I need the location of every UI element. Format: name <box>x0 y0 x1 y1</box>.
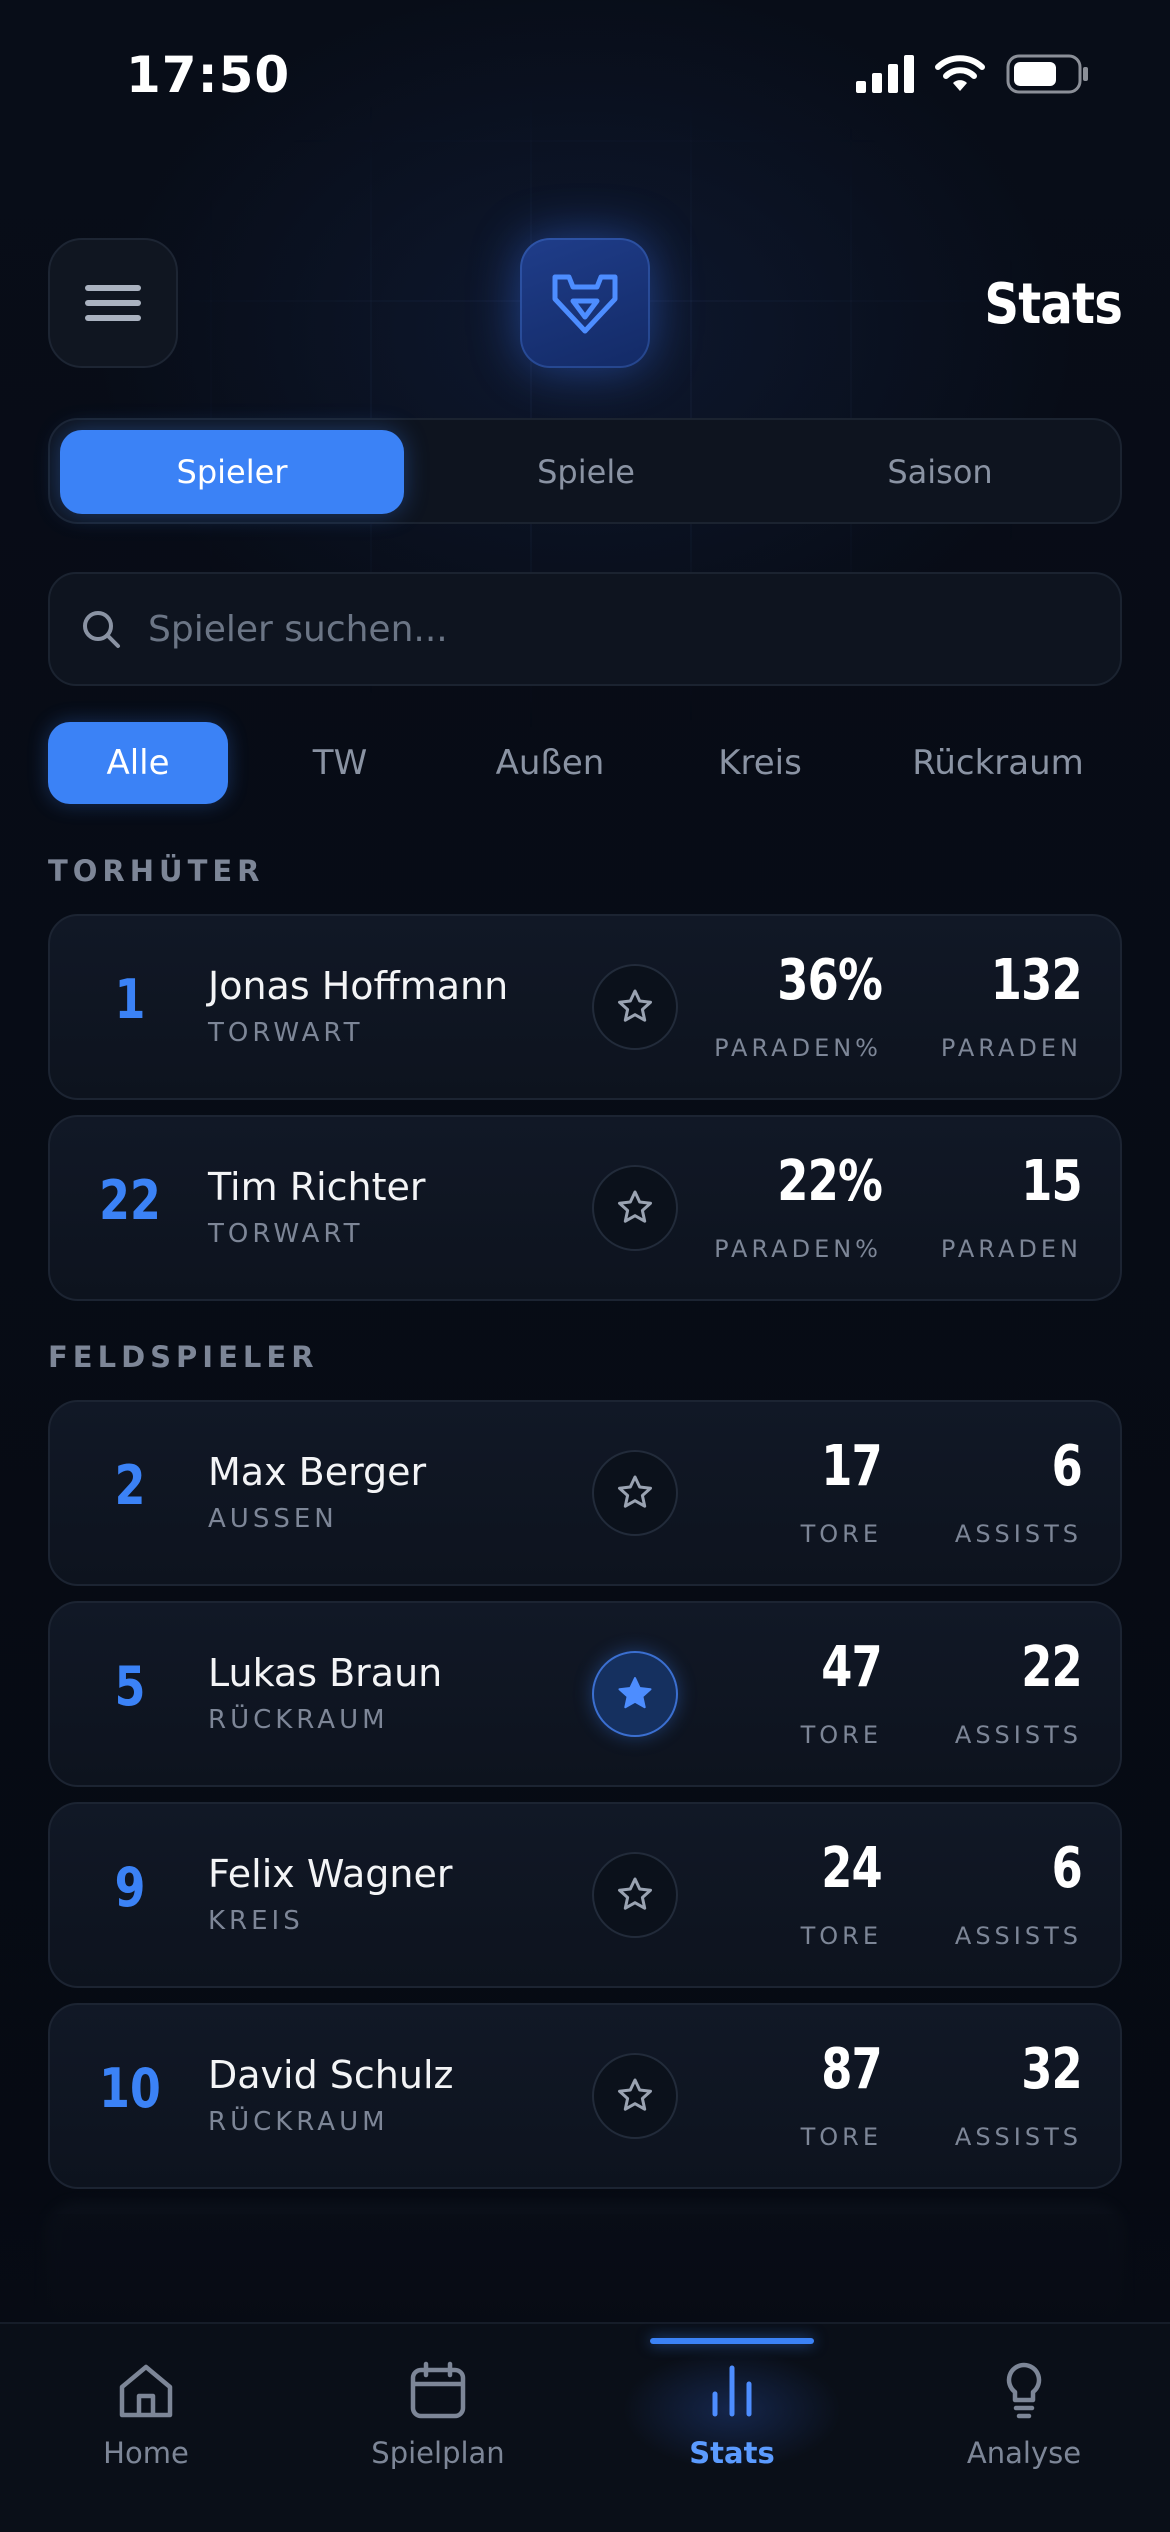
favorite-button[interactable] <box>592 1651 678 1737</box>
tab-active-indicator <box>650 2338 814 2344</box>
stat-label-assists: ASSISTS <box>954 1520 1082 1548</box>
player-name: Felix Wagner <box>208 1852 453 1896</box>
filter-alle[interactable]: Alle <box>48 722 228 804</box>
hamburger-icon <box>85 276 141 330</box>
player-card[interactable]: 9 Felix Wagner KREIS 24 TORE 6 ASSISTS <box>48 1802 1122 1988</box>
player-number: 9 <box>114 1856 146 1919</box>
star-outline-icon <box>618 989 652 1022</box>
stat-label-goals: TORE <box>800 1721 882 1749</box>
player-number: 10 <box>99 2057 161 2120</box>
stat-value-goals: 17 <box>821 1434 883 1499</box>
player-position: RÜCKRAUM <box>208 1705 389 1735</box>
stat-value-save-percent: 22% <box>777 1149 883 1214</box>
segment-spieler[interactable]: Spieler <box>60 430 404 514</box>
stat-label-saves: PARADEN <box>940 1034 1082 1062</box>
player-name: Tim Richter <box>208 1165 426 1209</box>
stat-value-assists: 22 <box>1021 1635 1083 1700</box>
stat-value-saves: 15 <box>1021 1149 1083 1214</box>
stat-value-saves: 132 <box>990 948 1083 1013</box>
tab-stats[interactable]: Stats <box>622 2360 842 2470</box>
segment-spiele[interactable]: Spiele <box>414 430 758 514</box>
stat-label-assists: ASSISTS <box>954 2123 1082 2151</box>
star-outline-icon <box>618 1190 652 1223</box>
filter-aussen[interactable]: Außen <box>460 722 640 804</box>
favorite-button[interactable] <box>592 2053 678 2139</box>
player-card[interactable]: 10 David Schulz RÜCKRAUM 87 TORE 32 ASSI… <box>48 2003 1122 2189</box>
star-outline-icon <box>618 1877 652 1910</box>
search-bar <box>48 572 1122 686</box>
tab-analyse[interactable]: Analyse <box>914 2360 1134 2470</box>
player-card[interactable]: 22 Tim Richter TORWART 22% PARADEN% 15 P… <box>48 1115 1122 1301</box>
bar-chart-icon <box>712 2365 752 2417</box>
filter-tw[interactable]: TW <box>270 722 410 804</box>
player-number: 22 <box>99 1169 161 1232</box>
player-name: Max Berger <box>208 1450 427 1494</box>
favorite-button[interactable] <box>592 1165 678 1251</box>
shield-logo-icon <box>552 274 618 334</box>
segmented-control: Spieler Spiele Saison <box>48 418 1122 524</box>
stat-label-save-percent: PARADEN% <box>714 1235 882 1263</box>
stat-value-assists: 32 <box>1021 2037 1083 2102</box>
player-position: TORWART <box>208 1018 364 1048</box>
stat-label-save-percent: PARADEN% <box>714 1034 882 1062</box>
battery-icon <box>1006 54 1088 94</box>
stat-label-assists: ASSISTS <box>954 1721 1082 1749</box>
menu-button[interactable] <box>48 238 178 368</box>
filter-rueckraum[interactable]: Rückraum <box>880 722 1116 804</box>
stat-label-goals: TORE <box>800 1520 882 1548</box>
tab-home[interactable]: Home <box>36 2360 256 2470</box>
tab-label: Spielplan <box>371 2436 505 2470</box>
section-label-fieldplayers: FELDSPIELER <box>48 1340 319 1374</box>
search-input[interactable] <box>148 574 1048 684</box>
tab-label: Stats <box>689 2436 775 2470</box>
player-number: 2 <box>114 1454 146 1517</box>
section-label-goalkeepers: TORHÜTER <box>48 854 265 888</box>
page-title: Stats <box>984 272 1122 337</box>
filter-kreis[interactable]: Kreis <box>690 722 830 804</box>
player-number: 5 <box>114 1655 146 1718</box>
player-position: RÜCKRAUM <box>208 2107 389 2137</box>
stat-label-goals: TORE <box>800 2123 882 2151</box>
tab-spielplan[interactable]: Spielplan <box>328 2360 548 2470</box>
favorite-button[interactable] <box>592 1852 678 1938</box>
player-position: KREIS <box>208 1906 304 1936</box>
calendar-icon <box>410 2361 466 2419</box>
tab-label: Analyse <box>966 2436 1082 2470</box>
favorite-button[interactable] <box>592 964 678 1050</box>
player-position: AUSSEN <box>208 1504 338 1534</box>
player-position: TORWART <box>208 1219 364 1249</box>
star-outline-icon <box>618 2078 652 2111</box>
stat-label-goals: TORE <box>800 1922 882 1950</box>
search-icon <box>83 611 120 648</box>
scroll-fade <box>0 2214 1170 2324</box>
wifi-icon <box>935 55 985 91</box>
stat-value-assists: 6 <box>1051 1434 1083 1499</box>
star-filled-icon <box>618 1677 652 1709</box>
segment-saison[interactable]: Saison <box>768 430 1112 514</box>
tab-label: Home <box>103 2436 189 2470</box>
stat-value-assists: 6 <box>1051 1836 1083 1901</box>
stat-value-goals: 24 <box>821 1836 883 1901</box>
stat-value-goals: 47 <box>821 1635 883 1700</box>
stat-value-save-percent: 36% <box>777 948 883 1013</box>
player-name: David Schulz <box>208 2053 454 2097</box>
home-icon <box>119 2364 173 2418</box>
signal-icon <box>856 55 914 93</box>
stat-label-saves: PARADEN <box>940 1235 1082 1263</box>
player-card[interactable]: 2 Max Berger AUSSEN 17 TORE 6 ASSISTS <box>48 1400 1122 1586</box>
favorite-button[interactable] <box>592 1450 678 1536</box>
status-icons <box>856 54 1090 94</box>
lightbulb-icon <box>1006 2362 1042 2419</box>
stat-value-goals: 87 <box>821 2037 883 2102</box>
player-name: Jonas Hoffmann <box>208 964 509 1008</box>
player-card[interactable]: 1 Jonas Hoffmann TORWART 36% PARADEN% 13… <box>48 914 1122 1100</box>
player-name: Lukas Braun <box>208 1651 443 1695</box>
status-time: 17:50 <box>126 46 291 104</box>
star-outline-icon <box>618 1475 652 1508</box>
app-logo <box>520 238 650 368</box>
stat-label-assists: ASSISTS <box>954 1922 1082 1950</box>
player-card[interactable]: 5 Lukas Braun RÜCKRAUM 47 TORE 22 ASSIST… <box>48 1601 1122 1787</box>
status-bar: 17:50 <box>0 0 1170 140</box>
player-number: 1 <box>114 968 146 1031</box>
